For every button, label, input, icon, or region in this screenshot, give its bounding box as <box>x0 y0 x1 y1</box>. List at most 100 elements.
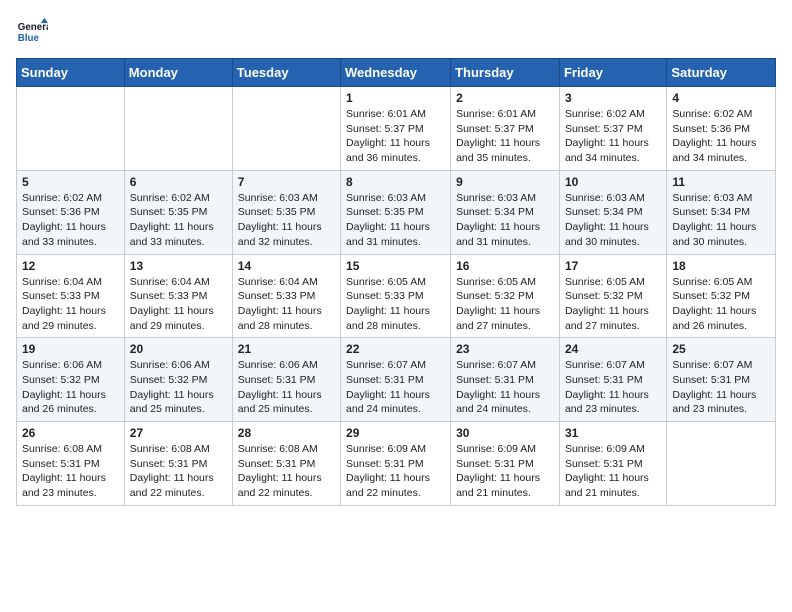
day-info: Sunrise: 6:02 AM Sunset: 5:36 PM Dayligh… <box>22 191 119 250</box>
day-number: 18 <box>672 259 770 273</box>
day-number: 21 <box>238 342 335 356</box>
calendar-cell: 3 Sunrise: 6:02 AM Sunset: 5:37 PM Daylig… <box>559 87 666 171</box>
day-info: Sunrise: 6:06 AM Sunset: 5:32 PM Dayligh… <box>130 358 227 417</box>
day-info: Sunrise: 6:09 AM Sunset: 5:31 PM Dayligh… <box>565 442 661 501</box>
day-number: 1 <box>346 91 445 105</box>
weekday-header-thursday: Thursday <box>451 59 560 87</box>
day-number: 9 <box>456 175 554 189</box>
logo: General Blue <box>16 16 52 48</box>
day-number: 10 <box>565 175 661 189</box>
day-info: Sunrise: 6:03 AM Sunset: 5:34 PM Dayligh… <box>672 191 770 250</box>
calendar-cell <box>232 87 340 171</box>
day-number: 14 <box>238 259 335 273</box>
calendar-cell: 4 Sunrise: 6:02 AM Sunset: 5:36 PM Daylig… <box>667 87 776 171</box>
calendar-cell: 6Sunrise: 6:02 AM Sunset: 5:35 PM Daylig… <box>124 170 232 254</box>
day-number: 5 <box>22 175 119 189</box>
day-number: 17 <box>565 259 661 273</box>
day-number: 31 <box>565 426 661 440</box>
day-number: 4 <box>672 91 770 105</box>
day-info: Sunrise: 6:07 AM Sunset: 5:31 PM Dayligh… <box>346 358 445 417</box>
weekday-header-tuesday: Tuesday <box>232 59 340 87</box>
day-info: Sunrise: 6:05 AM Sunset: 5:32 PM Dayligh… <box>565 275 661 334</box>
day-info: Sunrise: 6:07 AM Sunset: 5:31 PM Dayligh… <box>672 358 770 417</box>
day-number: 11 <box>672 175 770 189</box>
day-number: 19 <box>22 342 119 356</box>
calendar-cell: 27 Sunrise: 6:08 AM Sunset: 5:31 PM Dayli… <box>124 422 232 506</box>
calendar-table: SundayMondayTuesdayWednesdayThursdayFrid… <box>16 58 776 506</box>
day-number: 7 <box>238 175 335 189</box>
calendar-cell: 26Sunrise: 6:08 AM Sunset: 5:31 PM Dayli… <box>17 422 125 506</box>
calendar-cell: 7 Sunrise: 6:03 AM Sunset: 5:35 PM Daylig… <box>232 170 340 254</box>
day-info: Sunrise: 6:02 AM Sunset: 5:36 PM Dayligh… <box>672 107 770 166</box>
calendar-week-row: 26Sunrise: 6:08 AM Sunset: 5:31 PM Dayli… <box>17 422 776 506</box>
calendar-week-row: 19 Sunrise: 6:06 AM Sunset: 5:32 PM Dayli… <box>17 338 776 422</box>
day-number: 2 <box>456 91 554 105</box>
calendar-header-row: SundayMondayTuesdayWednesdayThursdayFrid… <box>17 59 776 87</box>
calendar-cell: 9 Sunrise: 6:03 AM Sunset: 5:34 PM Daylig… <box>451 170 560 254</box>
calendar-cell: 16Sunrise: 6:05 AM Sunset: 5:32 PM Dayli… <box>451 254 560 338</box>
calendar-cell: 20 Sunrise: 6:06 AM Sunset: 5:32 PM Dayli… <box>124 338 232 422</box>
day-info: Sunrise: 6:08 AM Sunset: 5:31 PM Dayligh… <box>22 442 119 501</box>
weekday-header-friday: Friday <box>559 59 666 87</box>
svg-text:Blue: Blue <box>18 33 40 44</box>
calendar-cell: 28 Sunrise: 6:08 AM Sunset: 5:31 PM Dayli… <box>232 422 340 506</box>
day-number: 13 <box>130 259 227 273</box>
calendar-cell: 5 Sunrise: 6:02 AM Sunset: 5:36 PM Daylig… <box>17 170 125 254</box>
day-number: 12 <box>22 259 119 273</box>
day-info: Sunrise: 6:01 AM Sunset: 5:37 PM Dayligh… <box>456 107 554 166</box>
day-number: 24 <box>565 342 661 356</box>
day-number: 27 <box>130 426 227 440</box>
calendar-cell: 25 Sunrise: 6:07 AM Sunset: 5:31 PM Dayli… <box>667 338 776 422</box>
day-number: 16 <box>456 259 554 273</box>
day-info: Sunrise: 6:03 AM Sunset: 5:35 PM Dayligh… <box>238 191 335 250</box>
calendar-cell: 15 Sunrise: 6:05 AM Sunset: 5:33 PM Dayli… <box>341 254 451 338</box>
calendar-cell: 10 Sunrise: 6:03 AM Sunset: 5:34 PM Dayli… <box>559 170 666 254</box>
day-info: Sunrise: 6:03 AM Sunset: 5:34 PM Dayligh… <box>565 191 661 250</box>
calendar-cell <box>17 87 125 171</box>
calendar-cell: 1 Sunrise: 6:01 AM Sunset: 5:37 PM Daylig… <box>341 87 451 171</box>
weekday-header-saturday: Saturday <box>667 59 776 87</box>
day-info: Sunrise: 6:09 AM Sunset: 5:31 PM Dayligh… <box>456 442 554 501</box>
calendar-week-row: 5 Sunrise: 6:02 AM Sunset: 5:36 PM Daylig… <box>17 170 776 254</box>
calendar-cell: 12 Sunrise: 6:04 AM Sunset: 5:33 PM Dayli… <box>17 254 125 338</box>
day-info: Sunrise: 6:05 AM Sunset: 5:33 PM Dayligh… <box>346 275 445 334</box>
calendar-cell: 13Sunrise: 6:04 AM Sunset: 5:33 PM Dayli… <box>124 254 232 338</box>
calendar-week-row: 12 Sunrise: 6:04 AM Sunset: 5:33 PM Dayli… <box>17 254 776 338</box>
day-info: Sunrise: 6:04 AM Sunset: 5:33 PM Dayligh… <box>22 275 119 334</box>
day-info: Sunrise: 6:04 AM Sunset: 5:33 PM Dayligh… <box>238 275 335 334</box>
day-number: 28 <box>238 426 335 440</box>
day-number: 30 <box>456 426 554 440</box>
day-info: Sunrise: 6:06 AM Sunset: 5:31 PM Dayligh… <box>238 358 335 417</box>
day-info: Sunrise: 6:08 AM Sunset: 5:31 PM Dayligh… <box>130 442 227 501</box>
day-info: Sunrise: 6:07 AM Sunset: 5:31 PM Dayligh… <box>565 358 661 417</box>
calendar-cell: 2 Sunrise: 6:01 AM Sunset: 5:37 PM Daylig… <box>451 87 560 171</box>
calendar-cell: 30 Sunrise: 6:09 AM Sunset: 5:31 PM Dayli… <box>451 422 560 506</box>
day-number: 15 <box>346 259 445 273</box>
day-info: Sunrise: 6:08 AM Sunset: 5:31 PM Dayligh… <box>238 442 335 501</box>
day-number: 3 <box>565 91 661 105</box>
calendar-cell: 29 Sunrise: 6:09 AM Sunset: 5:31 PM Dayli… <box>341 422 451 506</box>
day-info: Sunrise: 6:01 AM Sunset: 5:37 PM Dayligh… <box>346 107 445 166</box>
day-info: Sunrise: 6:09 AM Sunset: 5:31 PM Dayligh… <box>346 442 445 501</box>
day-number: 22 <box>346 342 445 356</box>
day-number: 29 <box>346 426 445 440</box>
calendar-cell: 8Sunrise: 6:03 AM Sunset: 5:35 PM Daylig… <box>341 170 451 254</box>
weekday-header-sunday: Sunday <box>17 59 125 87</box>
calendar-cell <box>124 87 232 171</box>
svg-text:General: General <box>18 22 48 33</box>
day-number: 25 <box>672 342 770 356</box>
calendar-cell: 31 Sunrise: 6:09 AM Sunset: 5:31 PM Dayli… <box>559 422 666 506</box>
day-info: Sunrise: 6:03 AM Sunset: 5:34 PM Dayligh… <box>456 191 554 250</box>
calendar-cell <box>667 422 776 506</box>
weekday-header-monday: Monday <box>124 59 232 87</box>
calendar-cell: 21 Sunrise: 6:06 AM Sunset: 5:31 PM Dayli… <box>232 338 340 422</box>
day-info: Sunrise: 6:05 AM Sunset: 5:32 PM Dayligh… <box>672 275 770 334</box>
calendar-cell: 22 Sunrise: 6:07 AM Sunset: 5:31 PM Dayli… <box>341 338 451 422</box>
calendar-cell: 24 Sunrise: 6:07 AM Sunset: 5:31 PM Dayli… <box>559 338 666 422</box>
day-info: Sunrise: 6:07 AM Sunset: 5:31 PM Dayligh… <box>456 358 554 417</box>
day-info: Sunrise: 6:06 AM Sunset: 5:32 PM Dayligh… <box>22 358 119 417</box>
calendar-cell: 14 Sunrise: 6:04 AM Sunset: 5:33 PM Dayli… <box>232 254 340 338</box>
calendar-cell: 19 Sunrise: 6:06 AM Sunset: 5:32 PM Dayli… <box>17 338 125 422</box>
day-info: Sunrise: 6:02 AM Sunset: 5:37 PM Dayligh… <box>565 107 661 166</box>
day-number: 20 <box>130 342 227 356</box>
